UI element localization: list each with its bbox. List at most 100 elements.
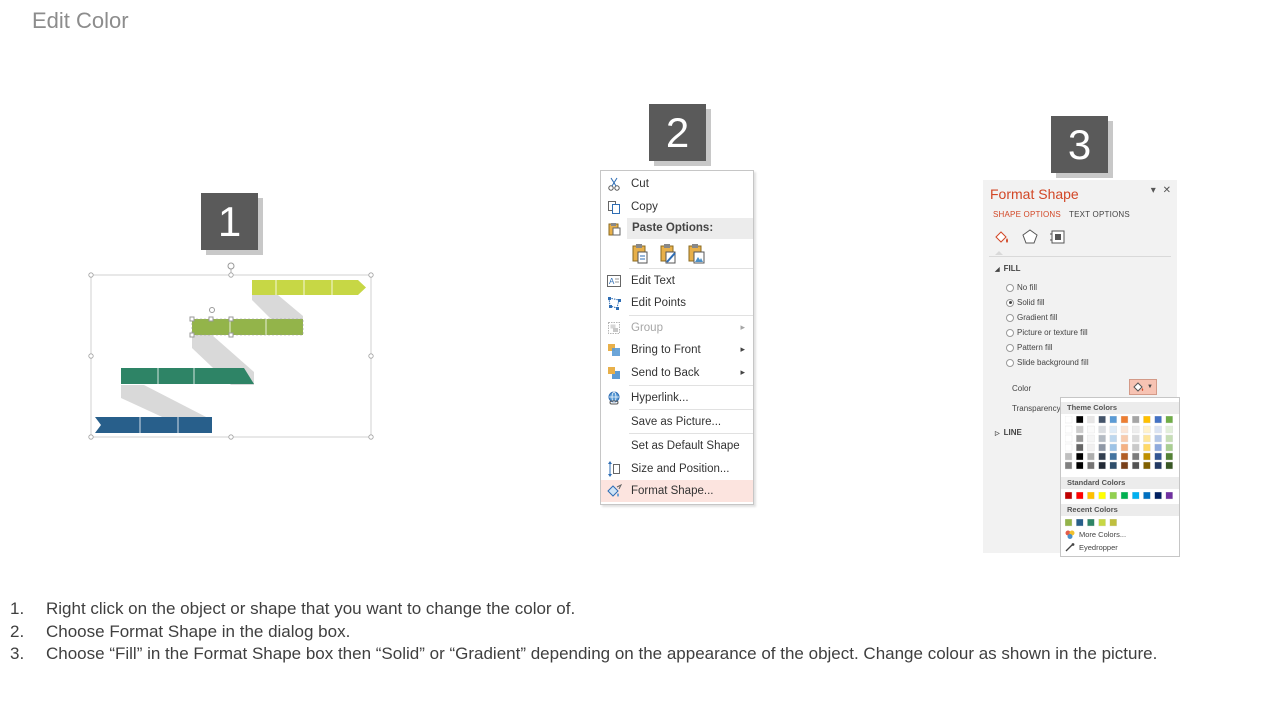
theme-color-swatch[interactable] [1098,434,1106,443]
theme-color-swatch[interactable] [1131,461,1140,470]
pane-options-dropdown-icon[interactable]: ▾ [1151,185,1156,196]
theme-color-swatch[interactable] [1143,416,1151,424]
theme-color-swatch[interactable] [1154,416,1162,424]
theme-color-swatch[interactable] [1075,443,1084,452]
theme-color-swatch[interactable] [1065,443,1073,452]
menu-item-edit-points[interactable]: Edit Points [601,292,753,314]
theme-color-swatch[interactable] [1120,434,1129,443]
theme-color-swatch[interactable] [1165,452,1174,461]
menu-item-format-shape[interactable]: Format Shape... [601,480,753,502]
radio-picture-texture-fill[interactable]: Picture or texture fill [1006,328,1088,337]
radio-no-fill[interactable]: No fill [1006,283,1037,292]
menu-item-copy[interactable]: Copy [601,196,753,218]
theme-color-swatch[interactable] [1120,425,1129,434]
recent-color-swatch[interactable] [1075,519,1084,527]
standard-color-swatch[interactable] [1065,492,1073,500]
standard-color-swatch[interactable] [1143,492,1151,500]
menu-item-size-and-position[interactable]: Size and Position... [601,458,753,480]
theme-color-swatch[interactable] [1143,461,1151,470]
menu-item-hyperlink[interactable]: Hyperlink... [601,387,753,409]
theme-color-swatch[interactable] [1131,452,1140,461]
theme-color-swatch[interactable] [1065,425,1073,434]
theme-color-swatch[interactable] [1143,425,1151,434]
theme-color-swatch[interactable] [1131,434,1140,443]
effects-icon[interactable] [1021,228,1039,251]
theme-color-swatch[interactable] [1087,425,1095,434]
menu-item-set-default-shape[interactable]: Set as Default Shape [601,435,753,457]
theme-color-swatch[interactable] [1087,434,1095,443]
radio-pattern-fill[interactable]: Pattern fill [1006,343,1053,352]
close-icon[interactable]: ✕ [1163,185,1171,196]
theme-color-swatch[interactable] [1098,452,1106,461]
standard-color-swatch[interactable] [1154,492,1162,500]
theme-color-swatch[interactable] [1154,425,1162,434]
menu-item-send-to-back[interactable]: Send to Back ▸ [601,362,753,384]
recent-color-swatch[interactable] [1065,519,1073,527]
standard-color-swatch[interactable] [1087,492,1095,500]
theme-color-swatch[interactable] [1065,461,1073,470]
theme-color-swatch[interactable] [1143,452,1151,461]
theme-color-swatch[interactable] [1075,425,1084,434]
menu-item-save-as-picture[interactable]: Save as Picture... [601,411,753,433]
theme-color-swatch[interactable] [1075,416,1084,424]
line-section-header[interactable]: ▷ LINE [995,428,1022,437]
theme-color-swatch[interactable] [1120,443,1129,452]
tab-shape-options[interactable]: SHAPE OPTIONS [993,210,1061,219]
menu-item-bring-to-front[interactable]: Bring to Front ▸ [601,339,753,361]
recent-color-swatch[interactable] [1109,519,1117,527]
paste-as-picture-icon[interactable] [686,243,708,265]
more-colors-link[interactable]: More Colors... [1065,530,1126,539]
selected-staircase-shape[interactable] [86,260,376,445]
standard-color-swatch[interactable] [1131,492,1140,500]
recent-color-swatch[interactable] [1098,519,1106,527]
theme-color-swatch[interactable] [1109,425,1117,434]
menu-item-group[interactable]: Group ▸ [601,317,753,339]
size-properties-icon[interactable] [1049,228,1067,251]
theme-color-swatch[interactable] [1065,416,1073,424]
theme-color-swatch[interactable] [1075,452,1084,461]
fill-color-button[interactable]: ▼ [1129,379,1157,395]
fill-section-header[interactable]: ◢ FILL [995,264,1021,273]
standard-color-swatch[interactable] [1120,492,1129,500]
standard-color-swatch[interactable] [1098,492,1106,500]
theme-color-swatch[interactable] [1087,452,1095,461]
theme-color-swatch[interactable] [1075,434,1084,443]
theme-color-swatch[interactable] [1165,434,1174,443]
theme-color-swatch[interactable] [1165,443,1174,452]
theme-color-swatch[interactable] [1120,416,1129,424]
theme-color-swatch[interactable] [1143,443,1151,452]
theme-color-swatch[interactable] [1109,434,1117,443]
theme-color-swatch[interactable] [1109,461,1117,470]
theme-color-swatch[interactable] [1154,452,1162,461]
radio-gradient-fill[interactable]: Gradient fill [1006,313,1057,322]
paste-keep-source-icon[interactable] [630,243,652,265]
standard-color-swatch[interactable] [1075,492,1084,500]
theme-color-swatch[interactable] [1109,416,1117,424]
theme-color-swatch[interactable] [1165,461,1174,470]
theme-color-swatch[interactable] [1109,443,1117,452]
theme-color-swatch[interactable] [1154,461,1162,470]
theme-color-swatch[interactable] [1065,434,1073,443]
theme-color-swatch[interactable] [1154,443,1162,452]
theme-color-swatch[interactable] [1098,416,1106,424]
fill-line-icon[interactable] [993,228,1011,251]
theme-color-swatch[interactable] [1120,461,1129,470]
menu-item-cut[interactable]: Cut [601,173,753,195]
theme-color-swatch[interactable] [1087,443,1095,452]
rotate-handle[interactable] [227,262,235,270]
theme-color-grid[interactable] [1065,416,1179,476]
standard-color-row[interactable] [1065,492,1179,500]
theme-color-swatch[interactable] [1120,452,1129,461]
paste-destination-theme-icon[interactable] [658,243,680,265]
tab-text-options[interactable]: TEXT OPTIONS [1069,210,1130,219]
theme-color-swatch[interactable] [1065,452,1073,461]
theme-color-swatch[interactable] [1098,461,1106,470]
eyedropper-link[interactable]: Eyedropper [1065,543,1118,552]
recent-color-swatch[interactable] [1087,519,1095,527]
theme-color-swatch[interactable] [1098,443,1106,452]
radio-solid-fill[interactable]: Solid fill [1006,298,1045,307]
theme-color-swatch[interactable] [1165,425,1174,434]
theme-color-swatch[interactable] [1087,416,1095,424]
menu-item-edit-text[interactable]: A Edit Text [601,270,753,292]
theme-color-swatch[interactable] [1098,425,1106,434]
